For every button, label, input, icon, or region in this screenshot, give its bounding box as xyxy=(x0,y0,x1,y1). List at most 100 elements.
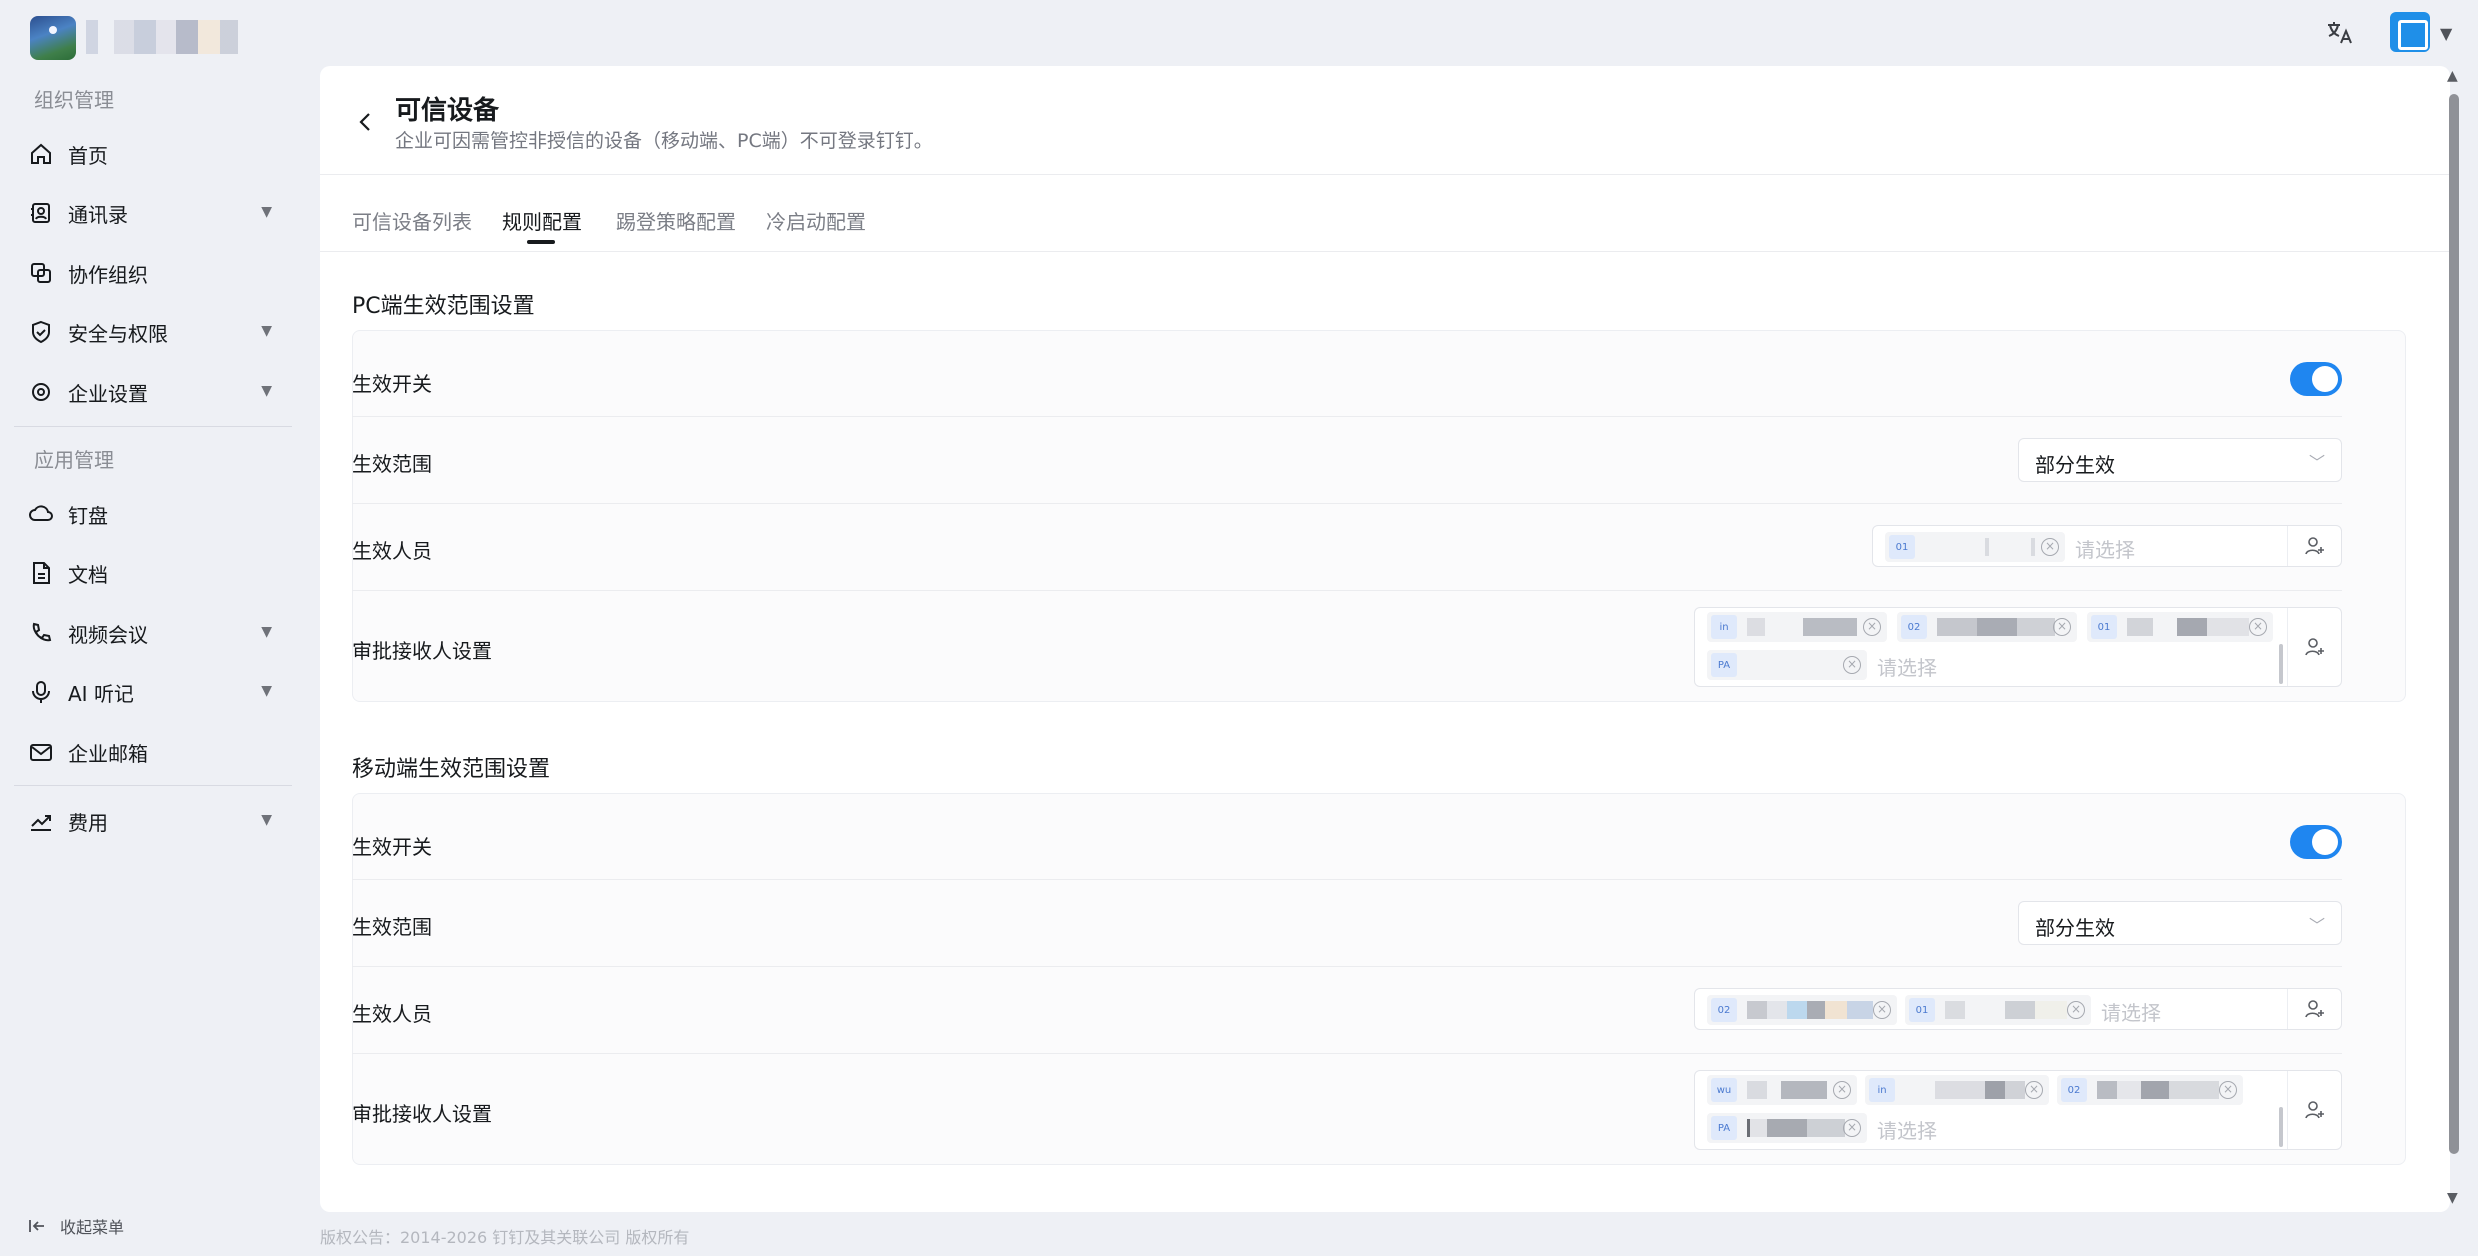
row-divider xyxy=(352,1053,2342,1054)
add-user-button[interactable] xyxy=(2287,608,2341,686)
remove-tag-icon[interactable]: × xyxy=(2025,1081,2043,1099)
sidebar-item-label: 文档 xyxy=(68,562,108,587)
sidebar-item-video-meeting[interactable]: 视频会议 ▼ xyxy=(14,607,294,659)
sidebar-item-collaboration[interactable]: 协作组织 xyxy=(14,247,294,299)
row-divider xyxy=(352,879,2342,880)
tab-trusted-device-list[interactable]: 可信设备列表 xyxy=(352,206,472,235)
remove-tag-icon[interactable]: × xyxy=(1843,656,1861,674)
org-logo[interactable] xyxy=(30,16,76,60)
blurred-name xyxy=(1747,1119,1845,1137)
select-value: 部分生效 xyxy=(2035,916,2115,940)
pc-enable-toggle[interactable] xyxy=(2290,362,2342,396)
row-label: 审批接收人设置 xyxy=(352,1102,492,1126)
avatar: 01 xyxy=(2091,615,2117,639)
add-user-button[interactable] xyxy=(2287,526,2341,566)
sidebar-item-mail[interactable]: 企业邮箱 xyxy=(14,726,294,778)
sidebar-group-title: 应用管理 xyxy=(34,448,114,472)
caret-down-icon: ▼ xyxy=(261,624,272,640)
remove-tag-icon[interactable]: × xyxy=(1833,1081,1851,1099)
section-title-mobile: 移动端生效范围设置 xyxy=(352,757,551,782)
remove-tag-icon[interactable]: × xyxy=(2067,1001,2085,1019)
caret-down-icon: ▼ xyxy=(261,383,272,399)
tab-kick-policy-config[interactable]: 踢登策略配置 xyxy=(616,206,736,235)
sidebar: 组织管理 首页 通讯录 ▼ 协作组织 安全与权限 ▼ 企业设置 ▼ 应用管理 钉… xyxy=(0,66,300,1256)
mobile-scope-row: 生效范围 部分生效 ﹀ xyxy=(352,901,2342,945)
chevron-down-icon: ﹀ xyxy=(2308,916,2325,935)
approver-tag: in × xyxy=(1707,612,1887,642)
user-avatar[interactable] xyxy=(2390,12,2430,52)
avatar: 02 xyxy=(2061,1078,2087,1102)
mobile-enable-toggle[interactable] xyxy=(2290,825,2342,859)
pc-members-row: 生效人员 01 × 请选择 xyxy=(352,525,2342,569)
sidebar-item-label: 协作组织 xyxy=(68,262,148,287)
org-name-blurred xyxy=(86,20,238,54)
sidebar-item-drive[interactable]: 钉盘 xyxy=(14,488,294,540)
home-icon xyxy=(31,143,51,164)
sidebar-item-security[interactable]: 安全与权限 ▼ xyxy=(14,306,294,358)
pc-members-picker[interactable]: 01 × 请选择 xyxy=(1872,525,2342,567)
blurred-name xyxy=(1747,1001,1873,1019)
sidebar-item-ai-recorder[interactable]: AI 听记 ▼ xyxy=(14,666,294,718)
chevron-down-icon: ﹀ xyxy=(2308,453,2325,472)
add-user-icon xyxy=(2304,1101,2324,1119)
add-user-button[interactable] xyxy=(2287,989,2341,1029)
mobile-scope-select[interactable]: 部分生效 ﹀ xyxy=(2018,901,2342,945)
document-icon xyxy=(33,562,50,584)
page-scrollbar[interactable]: ▲ ▼ xyxy=(2444,66,2464,1212)
remove-tag-icon[interactable]: × xyxy=(1843,1119,1861,1137)
sidebar-item-docs[interactable]: 文档 xyxy=(14,547,294,599)
picker-scrollbar[interactable] xyxy=(2279,644,2283,684)
tab-cold-start-config[interactable]: 冷启动配置 xyxy=(766,206,866,235)
member-tag: 01 × xyxy=(1885,532,2065,562)
mobile-approvers-picker[interactable]: wu × in × 02 × PA × 请选择 xyxy=(1694,1070,2342,1150)
scroll-up-icon[interactable]: ▲ xyxy=(2447,68,2458,84)
tab-rule-config[interactable]: 规则配置 xyxy=(502,206,582,235)
member-tag: 01 × xyxy=(1905,995,2091,1025)
back-icon[interactable] xyxy=(354,110,378,134)
sidebar-divider xyxy=(14,426,292,427)
remove-tag-icon[interactable]: × xyxy=(2219,1081,2237,1099)
chart-icon xyxy=(31,815,51,831)
select-value: 部分生效 xyxy=(2035,453,2115,477)
remove-tag-icon[interactable]: × xyxy=(1863,618,1881,636)
translate-icon[interactable] xyxy=(2324,18,2354,48)
avatar: in xyxy=(1711,615,1737,639)
shield-icon xyxy=(32,320,50,344)
settings-icon xyxy=(32,383,50,401)
row-label: 生效人员 xyxy=(352,539,432,563)
sidebar-item-label: 企业邮箱 xyxy=(68,741,148,766)
picker-scrollbar[interactable] xyxy=(2279,1107,2283,1147)
blurred-name xyxy=(1747,618,1865,636)
scroll-down-icon[interactable]: ▼ xyxy=(2447,1190,2458,1206)
mail-icon xyxy=(30,744,52,761)
row-label: 生效范围 xyxy=(352,452,432,476)
avatar: 01 xyxy=(1909,998,1935,1022)
add-user-icon xyxy=(2304,537,2324,555)
blurred-name xyxy=(2127,618,2249,636)
sidebar-item-enterprise-settings[interactable]: 企业设置 ▼ xyxy=(14,366,294,418)
mobile-members-row: 生效人员 02 × 01 × 请选择 xyxy=(352,988,2342,1032)
pc-scope-select[interactable]: 部分生效 ﹀ xyxy=(2018,438,2342,482)
mobile-members-picker[interactable]: 02 × 01 × 请选择 xyxy=(1694,988,2342,1030)
picker-placeholder: 请选择 xyxy=(1877,656,1937,680)
tabs-divider xyxy=(320,251,2450,252)
pc-approvers-picker[interactable]: in × 02 × 01 × PA × 请选择 xyxy=(1694,607,2342,687)
remove-tag-icon[interactable]: × xyxy=(2249,618,2267,636)
pc-approvers-row: 审批接收人设置 in × 02 × 01 × PA × 请选择 xyxy=(352,607,2342,689)
remove-tag-icon[interactable]: × xyxy=(2053,618,2071,636)
sidebar-item-label: 通讯录 xyxy=(68,202,128,227)
remove-tag-icon[interactable]: × xyxy=(1873,1001,1891,1019)
add-user-button[interactable] xyxy=(2287,1071,2341,1149)
approver-tag: wu × xyxy=(1707,1075,1857,1105)
picker-placeholder: 请选择 xyxy=(1877,1119,1937,1143)
sidebar-item-billing[interactable]: 费用 ▼ xyxy=(14,795,294,847)
sidebar-item-home[interactable]: 首页 xyxy=(14,128,294,180)
sidebar-item-contacts[interactable]: 通讯录 ▼ xyxy=(14,187,294,239)
chevron-down-icon[interactable]: ▼ xyxy=(2440,24,2452,43)
scrollbar-thumb[interactable] xyxy=(2449,94,2459,1154)
remove-tag-icon[interactable]: × xyxy=(2041,538,2059,556)
collapse-menu-button[interactable]: 收起菜单 xyxy=(28,1214,124,1238)
page-title: 可信设备 xyxy=(395,96,500,126)
caret-down-icon: ▼ xyxy=(261,323,272,339)
pc-switch-row: 生效开关 xyxy=(352,362,2342,402)
